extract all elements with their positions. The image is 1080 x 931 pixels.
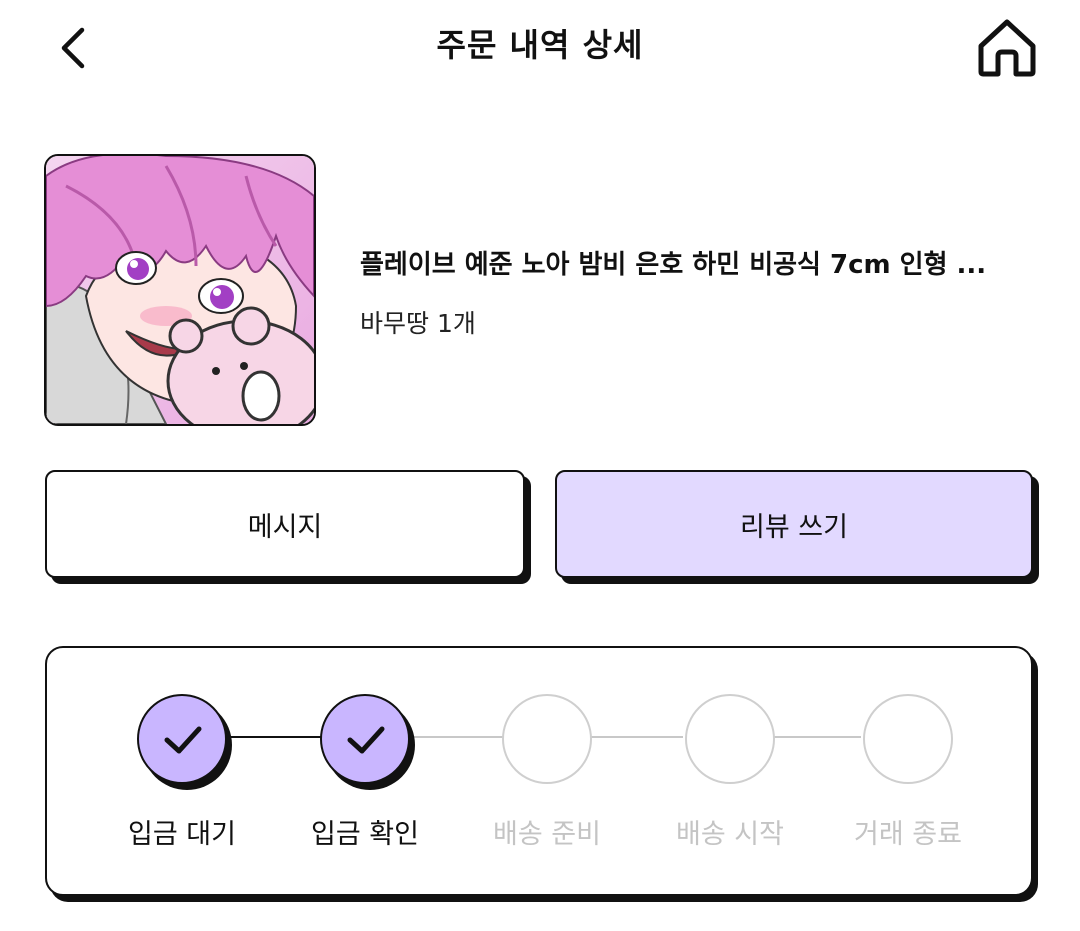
step-status-circle xyxy=(137,694,227,784)
step-status-circle xyxy=(502,694,592,784)
step-label: 입금 확인 xyxy=(311,819,419,850)
step-status-circle xyxy=(863,694,953,784)
step-shipping-preparation: 배송 준비 xyxy=(457,648,637,898)
product-thumbnail[interactable] xyxy=(44,154,316,426)
checkmark-icon xyxy=(164,726,202,754)
step-transaction-complete: 거래 종료 xyxy=(818,648,998,898)
message-button[interactable]: 메시지 xyxy=(45,470,525,578)
app-header: 주문 내역 상세 xyxy=(0,0,1080,90)
step-shipping-started: 배송 시작 xyxy=(640,648,820,898)
write-review-button[interactable]: 리뷰 쓰기 xyxy=(555,470,1033,578)
step-status-circle xyxy=(685,694,775,784)
step-deposit-pending: 입금 대기 xyxy=(92,648,272,898)
product-option: 바무땅 1개 xyxy=(360,309,476,338)
checkmark-icon xyxy=(347,726,385,754)
product-name[interactable]: 플레이브 예준 노아 밤비 은호 하민 비공식 7cm 인형 ... xyxy=(360,244,1040,281)
step-label: 입금 대기 xyxy=(128,819,236,850)
anime-character-image xyxy=(46,156,314,424)
page-title: 주문 내역 상세 xyxy=(436,26,644,64)
home-icon xyxy=(978,19,1036,77)
step-status-circle xyxy=(320,694,410,784)
step-label: 배송 준비 xyxy=(493,819,601,850)
order-progress-tracker: 입금 대기 입금 확인 배송 준비 배송 시작 거래 종료 xyxy=(45,646,1033,896)
step-label: 배송 시작 xyxy=(676,819,784,850)
product-summary: 플레이브 예준 노아 밤비 은호 하민 비공식 7cm 인형 ... 바무땅 1… xyxy=(44,154,1044,426)
step-label: 거래 종료 xyxy=(854,819,962,850)
home-button[interactable] xyxy=(972,14,1042,80)
step-deposit-confirmed: 입금 확인 xyxy=(275,648,455,898)
